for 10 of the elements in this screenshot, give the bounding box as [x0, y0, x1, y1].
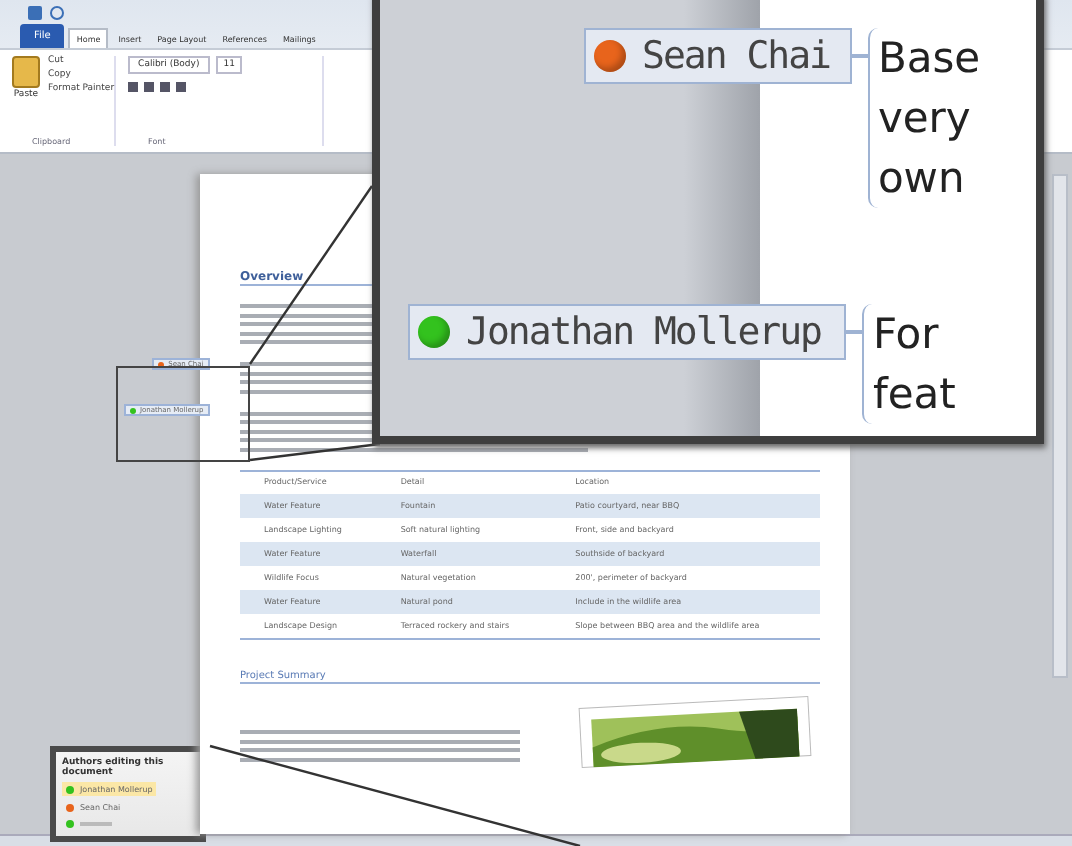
scroll-bar[interactable] — [1052, 174, 1068, 678]
clipboard-icon — [12, 56, 40, 88]
zoom-frame — [116, 366, 250, 462]
comment-text: Base very own — [867, 28, 981, 208]
save-icon[interactable] — [28, 5, 42, 19]
undo-icon[interactable] — [50, 5, 64, 19]
comment-text: For feat — [862, 304, 956, 424]
author-label: Sean Chai — [584, 28, 852, 84]
author-label: Jonathan Mollerup — [408, 304, 847, 360]
status-dot — [66, 820, 74, 828]
